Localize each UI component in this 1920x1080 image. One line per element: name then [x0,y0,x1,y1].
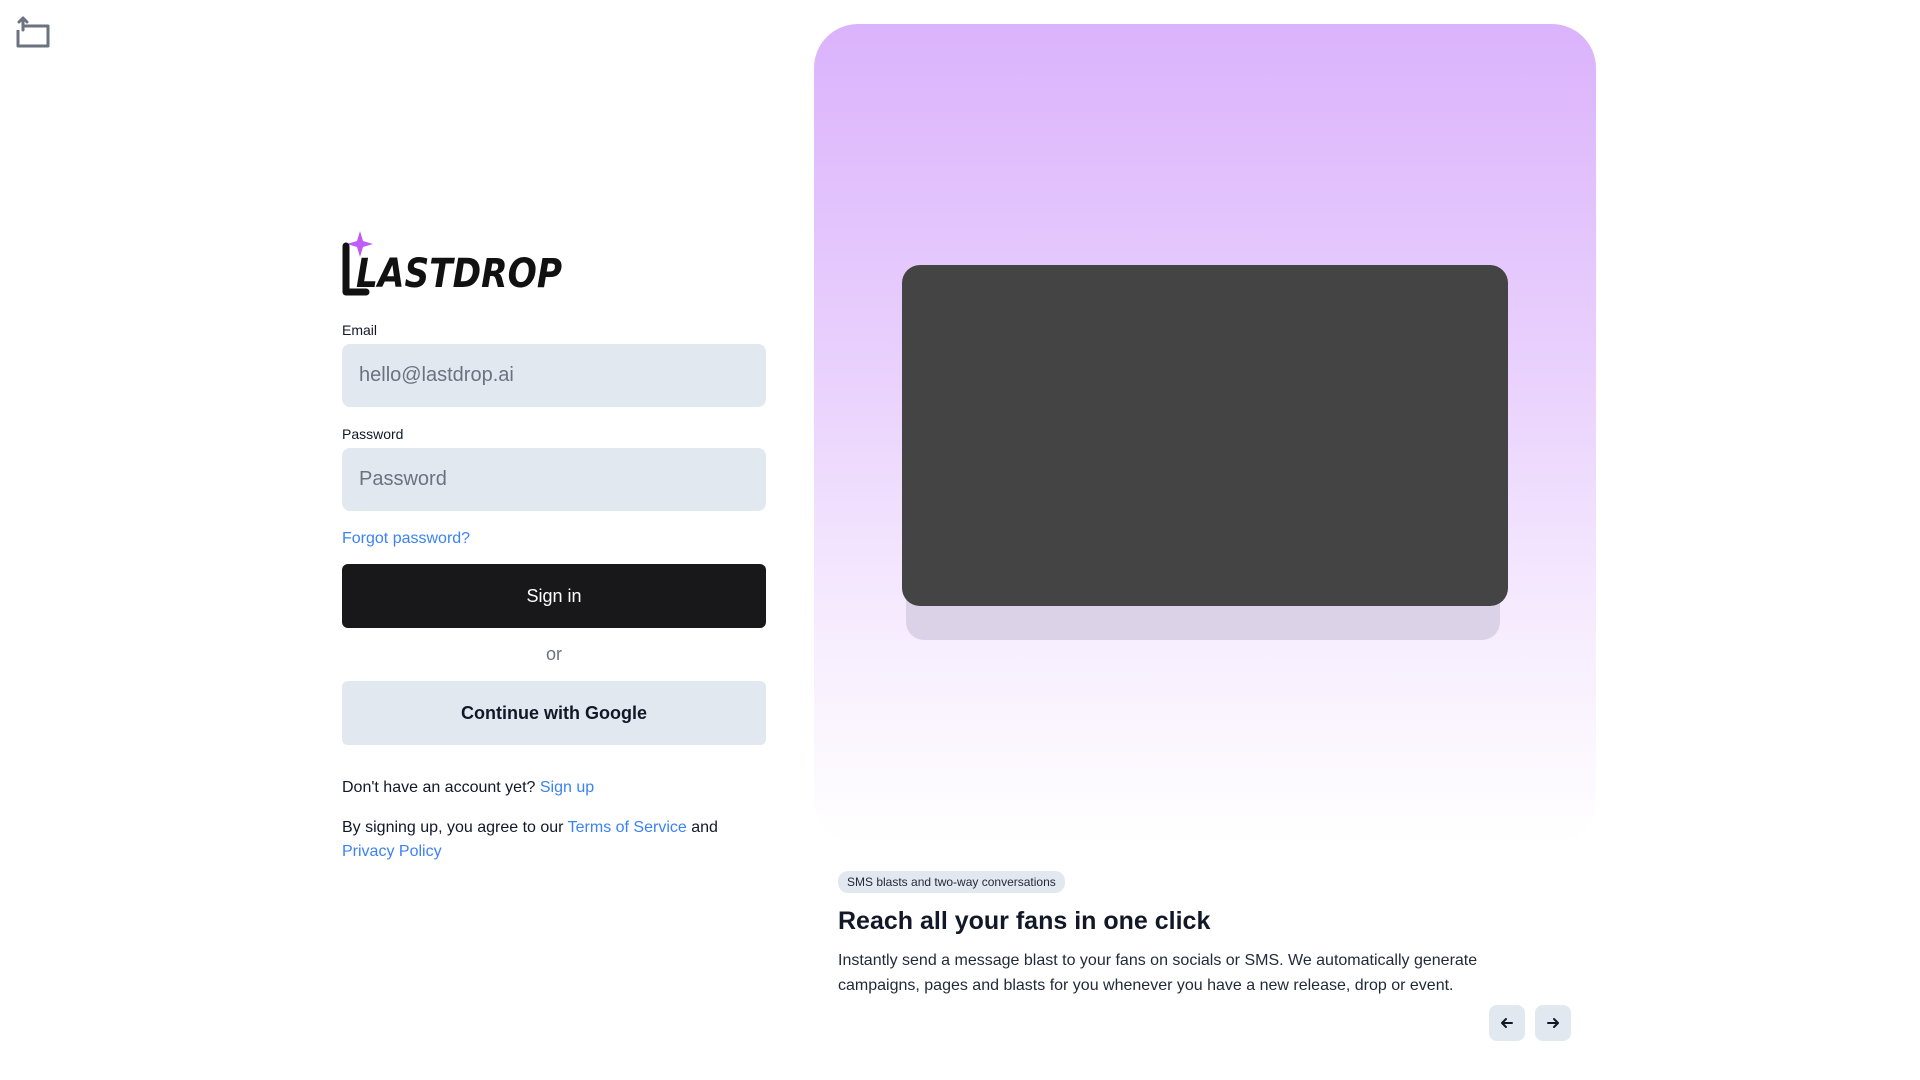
feature-showcase-panel [814,24,1596,844]
feature-video-player[interactable] [902,265,1508,606]
logo-wordmark: LASTDROP [356,251,562,297]
email-field[interactable] [342,344,766,407]
sign-in-button[interactable]: Sign in [342,564,766,628]
signup-prompt: Don't have an account yet? Sign up [342,779,766,797]
email-group: Email [342,322,766,407]
signup-prompt-text: Don't have an account yet? [342,779,536,796]
login-form: LASTDROP Email Password Forgot password?… [342,230,766,864]
feature-description: Instantly send a message blast to your f… [838,952,1478,994]
arrow-right-icon [1547,1018,1559,1028]
or-divider: or [545,644,562,664]
sign-up-link[interactable]: Sign up [540,779,594,796]
legal-and: and [691,819,718,836]
email-label: Email [342,322,378,338]
logo-graphic: LASTDROP [342,231,562,297]
password-label: Password [342,426,404,442]
arrow-left-icon [1501,1018,1513,1028]
feature-caption: SMS blasts and two-way conversations Rea… [838,871,1578,998]
previous-slide-button[interactable] [1489,1005,1525,1041]
lastdrop-logo: LASTDROP [342,230,564,298]
password-field[interactable] [342,448,766,511]
feature-badge: SMS blasts and two-way conversations [838,871,1065,893]
password-group: Password [342,426,766,511]
legal-notice: By signing up, you agree to our Terms of… [342,816,766,864]
legal-prefix: By signing up, you agree to our [342,819,564,836]
terms-of-service-link[interactable]: Terms of Service [568,819,687,836]
continue-with-google-button[interactable]: Continue with Google [342,681,766,745]
next-slide-button[interactable] [1535,1005,1571,1041]
forgot-password-link[interactable]: Forgot password? [342,530,470,548]
feature-title: Reach all your fans in one click [838,907,1211,935]
privacy-policy-link[interactable]: Privacy Policy [342,843,442,860]
rewind-frame-icon[interactable] [14,16,52,48]
